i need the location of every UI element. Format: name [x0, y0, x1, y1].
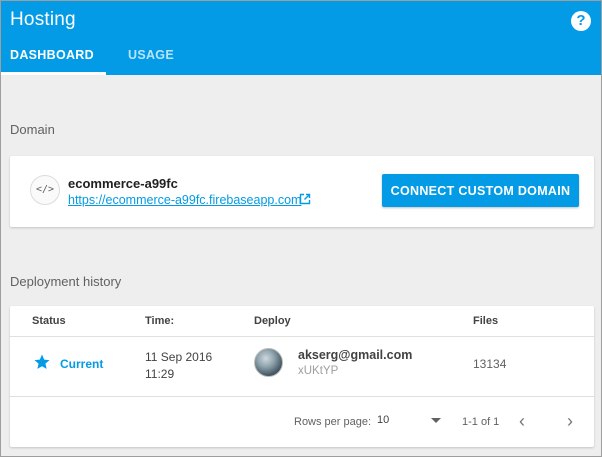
column-header-deploy: Deploy — [254, 315, 291, 327]
page-range: 1-1 of 1 — [462, 416, 500, 428]
column-header-time: Time: — [145, 315, 175, 327]
connect-custom-domain-button[interactable]: CONNECT CUSTOM DOMAIN — [382, 174, 579, 207]
chevron-left-icon[interactable]: ‹ — [514, 412, 530, 430]
status-current: Current — [60, 357, 104, 371]
star-icon — [34, 354, 50, 369]
column-header-files: Files — [473, 315, 499, 327]
open-in-new-icon[interactable] — [299, 193, 311, 205]
column-header-status: Status — [32, 315, 66, 327]
site-url-link[interactable]: https://ecommerce-a99fc.firebaseapp.com — [68, 193, 301, 207]
table-pagination: Rows per page: 10 1-1 of 1 ‹ › — [10, 396, 594, 447]
header-divider — [10, 336, 594, 337]
dropdown-caret-icon — [431, 418, 441, 423]
app-title: Hosting — [10, 9, 76, 30]
deployment-history-table: Status Time: Deploy Files Current 11 Sep… — [10, 306, 594, 447]
deployer-email: akserg@gmail.com — [298, 348, 413, 362]
file-count: 13134 — [473, 357, 507, 371]
tab-usage[interactable]: USAGE — [128, 48, 174, 75]
rows-per-page-value: 10 — [377, 414, 390, 426]
deployment-history-label: Deployment history — [10, 274, 122, 289]
rows-per-page-select[interactable]: 10 — [375, 414, 441, 430]
tab-usage-label: USAGE — [128, 48, 174, 62]
chevron-right-icon[interactable]: › — [562, 412, 578, 430]
rows-per-page-label: Rows per page: — [294, 416, 372, 428]
site-name: ecommerce-a99fc — [68, 176, 178, 191]
active-tab-indicator — [1, 72, 106, 75]
help-icon[interactable]: ? — [571, 11, 591, 31]
code-icon: </> — [30, 175, 60, 205]
deploy-clock-time: 11:29 — [145, 367, 175, 381]
top-app-bar: Hosting ? DASHBOARD USAGE — [1, 1, 601, 75]
avatar — [254, 348, 283, 377]
domain-section-label: Domain — [10, 122, 55, 137]
tab-dashboard[interactable]: DASHBOARD — [1, 48, 106, 75]
deploy-id: xUKtYP — [298, 365, 339, 377]
deploy-time: 11 Sep 2016 11:29 — [145, 349, 212, 383]
deploy-date: 11 Sep 2016 — [145, 350, 213, 364]
domain-card: </> ecommerce-a99fc https://ecommerce-a9… — [10, 156, 594, 227]
tab-dashboard-label: DASHBOARD — [10, 48, 94, 62]
